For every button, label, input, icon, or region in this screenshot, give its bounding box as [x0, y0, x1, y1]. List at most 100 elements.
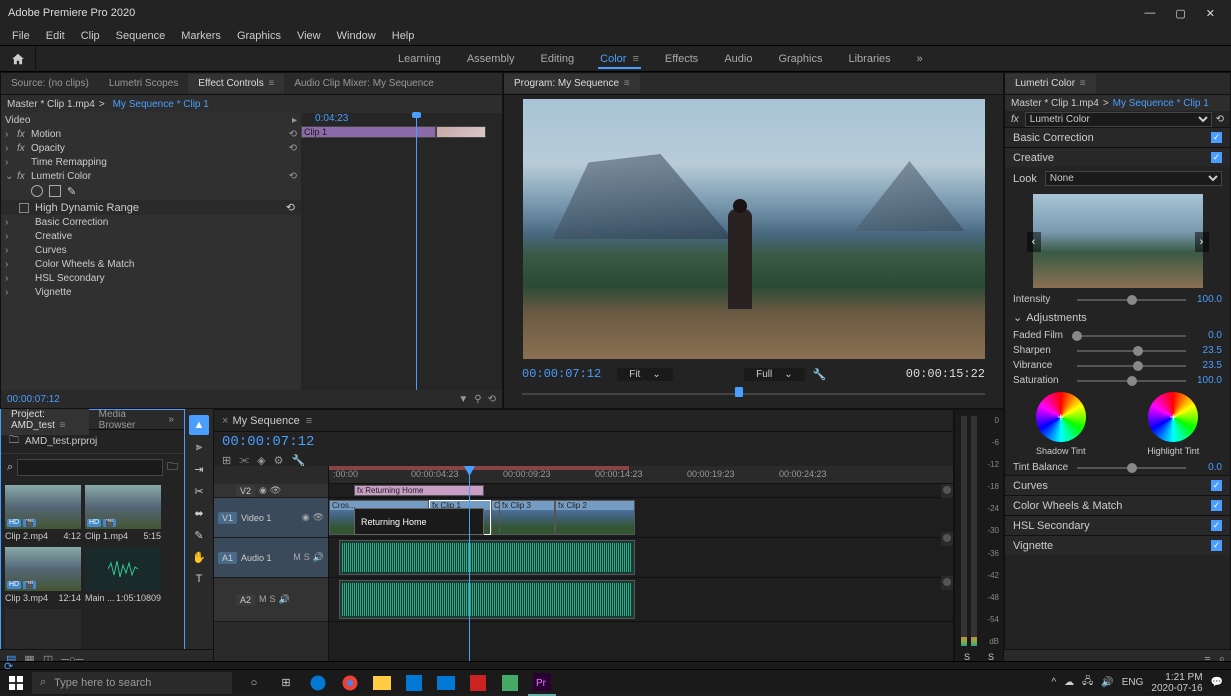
ec-curves[interactable]: ›Curves [1, 243, 301, 257]
lum-section-vignette[interactable]: Vignette✓ [1005, 535, 1230, 555]
reset-icon[interactable]: ⟲ [289, 171, 297, 182]
app-icon[interactable] [496, 670, 524, 696]
ec-clip-bar-next[interactable] [436, 126, 486, 138]
tab-lumetri-scopes[interactable]: Lumetri Scopes [99, 74, 188, 93]
timeline-clip-graphic[interactable]: fxReturning Home [354, 485, 484, 496]
next-look-button[interactable]: › [1195, 232, 1209, 252]
timeline-clip[interactable]: fx Clip 2 [555, 500, 635, 535]
workspace-audio[interactable]: Audio [722, 49, 754, 69]
timeline-audio-clip[interactable] [339, 580, 635, 619]
menu-help[interactable]: Help [384, 28, 423, 44]
window-minimize[interactable]: — [1144, 7, 1155, 20]
toggle-icon[interactable]: ▸ [292, 115, 297, 126]
tab-effect-controls[interactable]: Effect Controls ≡ [188, 74, 284, 93]
track-select-tool[interactable]: ⫸ [189, 437, 209, 457]
vibrance-slider[interactable]: Vibrance23.5 [1005, 358, 1230, 373]
timeline-timecode[interactable]: 00:00:07:12 [214, 432, 322, 452]
reset-icon[interactable]: ⟲ [289, 143, 297, 154]
ec-time-remapping[interactable]: ›Time Remapping [1, 155, 301, 169]
menu-view[interactable]: View [289, 28, 329, 44]
ec-hsl-secondary[interactable]: ›HSL Secondary [1, 271, 301, 285]
ec-current-timecode[interactable]: 00:00:07:12 [7, 394, 60, 405]
program-resolution-select[interactable]: Full⌄ [744, 368, 805, 381]
type-tool[interactable]: T [189, 569, 209, 589]
chrome-icon[interactable] [336, 670, 364, 696]
lum-section-curves[interactable]: Curves✓ [1005, 475, 1230, 495]
tab-lumetri-color[interactable]: Lumetri Color ≡ [1005, 74, 1096, 93]
filter-icon[interactable]: ▼ [458, 394, 468, 405]
project-clip[interactable]: HD🎬 Clip 1.mp45:15 [85, 485, 161, 543]
menu-graphics[interactable]: Graphics [229, 28, 289, 44]
tab-program[interactable]: Program: My Sequence ≡ [504, 74, 640, 93]
program-video[interactable] [523, 99, 985, 359]
scrollbar-thumb[interactable] [943, 534, 951, 542]
window-maximize[interactable]: ▢ [1175, 7, 1185, 20]
track-toggle-icon[interactable]: ◉ [302, 512, 310, 523]
lum-sequence-link[interactable]: My Sequence * Clip 1 [1113, 98, 1209, 109]
tray-cloud-icon[interactable]: ☁ [1064, 677, 1074, 688]
saturation-slider[interactable]: Saturation100.0 [1005, 373, 1230, 388]
timeline-ruler[interactable]: :00:00 00:00:04:23 00:00:09:23 00:00:14:… [329, 466, 953, 484]
timeline-title-clip[interactable]: Returning Home [354, 508, 484, 535]
lum-fx-select[interactable]: Lumetri Color [1025, 112, 1212, 127]
ec-creative[interactable]: ›Creative [1, 229, 301, 243]
project-search-input[interactable] [17, 459, 163, 476]
selection-tool[interactable]: ▲ [189, 415, 209, 435]
timeline-clip[interactable]: fx Clip 3 [499, 500, 555, 535]
hdr-checkbox[interactable] [19, 203, 29, 213]
section-checkbox[interactable]: ✓ [1211, 540, 1222, 551]
panel-menu-icon[interactable]: ≡ [266, 78, 275, 89]
tab-project[interactable]: Project: AMD_test ≡ [1, 405, 89, 435]
start-button[interactable] [0, 670, 32, 696]
mask-ellipse-button[interactable] [31, 185, 43, 197]
faded-film-slider[interactable]: Faded Film0.0 [1005, 328, 1230, 343]
workspace-menu-icon[interactable]: ≡ [632, 53, 638, 65]
scrollbar-thumb[interactable] [943, 578, 951, 586]
menu-markers[interactable]: Markers [173, 28, 229, 44]
panel-menu-icon[interactable]: ≡ [306, 415, 312, 427]
ripple-edit-tool[interactable]: ⇥ [189, 459, 209, 479]
program-zoom-select[interactable]: Fit⌄ [617, 368, 673, 381]
menu-clip[interactable]: Clip [73, 28, 108, 44]
section-checkbox[interactable]: ✓ [1211, 132, 1222, 143]
ec-sequence-link[interactable]: My Sequence * Clip 1 [113, 99, 209, 110]
home-button[interactable] [0, 46, 36, 72]
reset-icon[interactable]: ⟲ [289, 129, 297, 140]
razor-tool[interactable]: ✂ [189, 481, 209, 501]
panel-overflow[interactable]: » [158, 410, 184, 429]
mail-icon[interactable] [432, 670, 460, 696]
radeon-icon[interactable] [464, 670, 492, 696]
program-playhead[interactable] [735, 387, 743, 397]
taskbar-search[interactable]: ⌕ Type here to search [32, 672, 232, 694]
workspace-graphics[interactable]: Graphics [776, 49, 824, 69]
tab-audio-clip-mixer[interactable]: Audio Clip Mixer: My Sequence [284, 74, 444, 93]
track-lock-icon[interactable]: 👁 [313, 512, 324, 523]
hand-tool[interactable]: ✋ [189, 547, 209, 567]
ec-hdr-row[interactable]: High Dynamic Range⟲ [1, 200, 301, 215]
project-clip[interactable] [5, 609, 81, 653]
lum-section-hsl[interactable]: HSL Secondary✓ [1005, 515, 1230, 535]
track-mute-icon[interactable]: 🔊 [313, 552, 324, 563]
tab-source[interactable]: Source: (no clips) [1, 74, 99, 93]
mask-rect-button[interactable] [49, 185, 61, 197]
premiere-icon[interactable]: Pr [528, 670, 556, 696]
wrench-icon[interactable]: ⟲ [488, 394, 496, 405]
timeline-audio-clip[interactable] [339, 540, 635, 575]
intensity-slider[interactable]: Intensity 100.0 [1005, 292, 1230, 307]
cortana-icon[interactable]: ○ [240, 670, 268, 696]
timeline-playhead[interactable] [469, 466, 470, 666]
menu-window[interactable]: Window [329, 28, 384, 44]
ec-opacity[interactable]: ›fxOpacity⟲ [1, 141, 301, 155]
reset-icon[interactable]: ⟲ [286, 201, 295, 214]
timeline-sequence-name[interactable]: My Sequence [232, 415, 299, 427]
ec-playhead[interactable] [416, 113, 417, 408]
track-header-a2[interactable]: A2MS🔊 [214, 578, 328, 622]
workspace-libraries[interactable]: Libraries [846, 49, 892, 69]
tray-notifications-icon[interactable]: 💬 [1211, 677, 1223, 688]
tray-network-icon[interactable]: 🖧 [1082, 674, 1093, 691]
tab-media-browser[interactable]: Media Browser [89, 405, 159, 435]
workspace-color[interactable]: Color≡ [598, 49, 641, 69]
section-checkbox[interactable]: ✓ [1211, 152, 1222, 163]
workspace-editing[interactable]: Editing [539, 49, 577, 69]
workspace-overflow[interactable]: » [915, 49, 925, 69]
